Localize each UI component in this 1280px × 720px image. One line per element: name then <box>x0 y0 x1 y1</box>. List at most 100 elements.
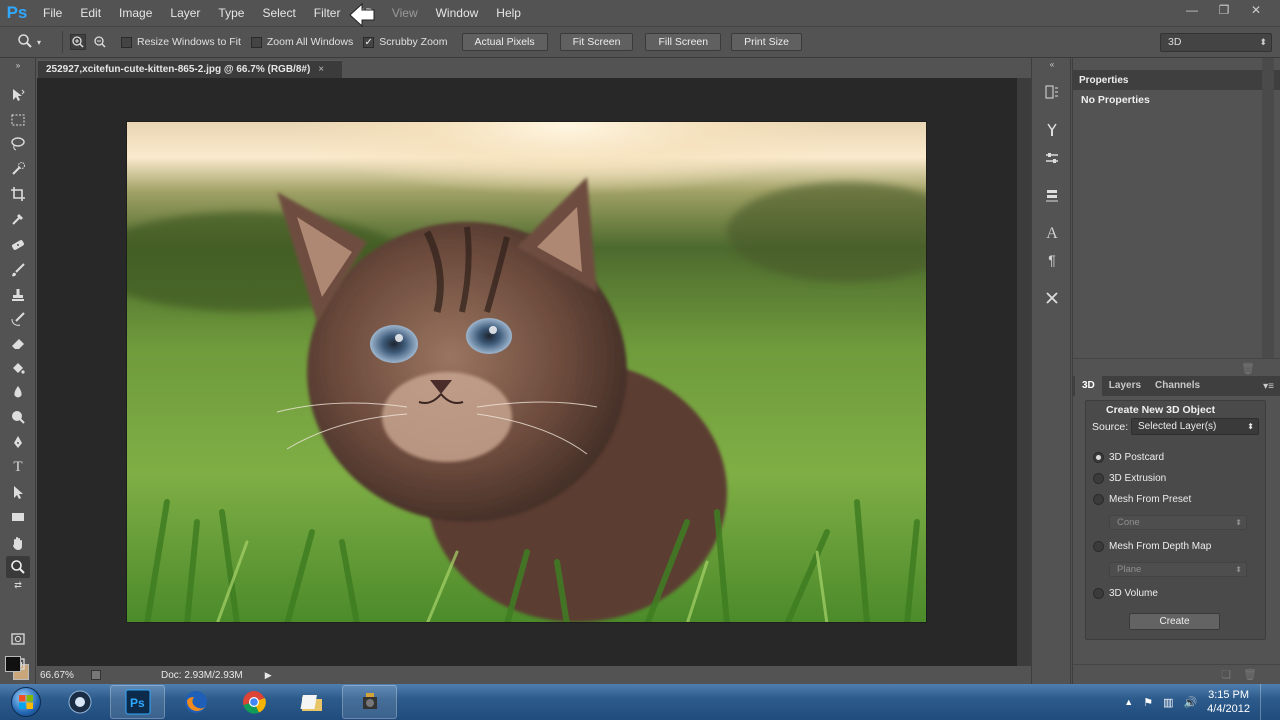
move-tool-icon[interactable] <box>6 84 30 106</box>
photoshop-logo: Ps <box>6 3 28 22</box>
menu-view[interactable]: View <box>383 0 427 26</box>
radio-mesh-from-preset[interactable]: Mesh From Preset <box>1093 494 1191 505</box>
document-tab[interactable]: 252927,xcitefun-cute-kitten-865-2.jpg @ … <box>38 60 342 78</box>
properties-scrollbar[interactable] <box>1262 58 1274 378</box>
fill-screen-button[interactable]: Fill Screen <box>645 33 722 51</box>
rectangle-tool-icon[interactable] <box>6 506 30 528</box>
show-hidden-icons[interactable]: ▲ <box>1124 697 1133 707</box>
status-icon[interactable] <box>91 670 101 680</box>
zoom-all-windows-checkbox[interactable]: Zoom All Windows <box>250 36 353 48</box>
tool-presets-icon[interactable] <box>1040 286 1064 310</box>
workspace-switcher[interactable]: 3D ⬍ <box>1160 33 1272 52</box>
menu-window[interactable]: Window <box>427 0 488 26</box>
action-center-flag-icon[interactable]: ⚑ <box>1143 696 1153 709</box>
preset-select[interactable]: Cone ⬍ <box>1109 515 1247 530</box>
system-clock[interactable]: 3:15 PM 4/4/2012 <box>1207 688 1250 716</box>
taskbar-app-firefox[interactable] <box>168 685 223 719</box>
panel-menu-icon[interactable]: ▾≡ <box>1263 381 1274 392</box>
history-panel-icon[interactable] <box>1040 80 1064 104</box>
radio-3d-extrusion[interactable]: 3D Extrusion <box>1093 473 1166 484</box>
collapse-arrows-icon[interactable]: » <box>6 60 30 70</box>
radio-3d-postcard[interactable]: 3D Postcard <box>1093 452 1164 463</box>
hand-tool-icon[interactable] <box>6 532 30 554</box>
restore-button[interactable]: ❐ <box>1208 0 1240 22</box>
close-button[interactable]: ✕ <box>1240 0 1272 22</box>
taskbar-app-media[interactable] <box>52 685 107 719</box>
pen-tool-icon[interactable] <box>6 431 30 453</box>
menu-file[interactable]: File <box>34 0 71 26</box>
volume-icon[interactable]: 🔊 <box>1183 696 1197 709</box>
new-item-icon[interactable]: ❏ <box>1221 668 1231 681</box>
taskbar-app-camera[interactable] <box>342 685 397 719</box>
foreground-color-swatch[interactable] <box>5 656 21 672</box>
status-menu-arrow-icon[interactable]: ▶ <box>265 670 272 681</box>
source-select[interactable]: Selected Layer(s) ⬍ <box>1131 418 1259 435</box>
document-title: 252927,xcitefun-cute-kitten-865-2.jpg @ … <box>46 64 311 75</box>
clone-stamp-tool-icon[interactable] <box>6 284 30 306</box>
chevron-down-icon: ▾ <box>36 37 41 47</box>
tab-layers[interactable]: Layers <box>1102 376 1148 396</box>
path-selection-tool-icon[interactable] <box>6 481 30 503</box>
print-size-button[interactable]: Print Size <box>731 33 803 51</box>
taskbar-app-chrome[interactable] <box>226 685 281 719</box>
eyedropper-tool-icon[interactable] <box>6 208 30 230</box>
start-button[interactable] <box>0 684 52 720</box>
taskbar-app-photoshop[interactable]: Ps <box>110 685 165 719</box>
scrubby-zoom-checkbox[interactable]: ✓ Scrubby Zoom <box>363 36 448 48</box>
healing-brush-tool-icon[interactable] <box>6 234 30 256</box>
marquee-tool-icon[interactable] <box>6 109 30 131</box>
adjustments-icon[interactable] <box>1040 146 1064 170</box>
layer-comps-icon[interactable] <box>1040 183 1064 207</box>
zoom-out-icon[interactable] <box>89 31 111 53</box>
fit-screen-button[interactable]: Fit Screen <box>559 33 634 51</box>
brush-tool-icon[interactable] <box>6 259 30 281</box>
menu-type[interactable]: Type <box>209 0 253 26</box>
taskbar-app-explorer[interactable] <box>284 685 339 719</box>
network-icon[interactable]: ▥ <box>1163 696 1173 709</box>
show-desktop-button[interactable] <box>1260 684 1270 720</box>
depth-map-select[interactable]: Plane ⬍ <box>1109 562 1247 577</box>
eraser-tool-icon[interactable] <box>6 332 30 354</box>
properties-header[interactable]: Properties ▾≡ <box>1073 70 1280 90</box>
menu-help[interactable]: Help <box>487 0 530 26</box>
character-panel-icon[interactable]: A <box>1040 222 1064 246</box>
create-button[interactable]: Create <box>1129 613 1220 630</box>
swap-colors-icon[interactable]: ⇄ <box>6 578 30 592</box>
vertical-scrollbar[interactable] <box>1017 78 1031 666</box>
type-tool-icon[interactable]: T <box>6 456 30 478</box>
menu-edit[interactable]: Edit <box>71 0 110 26</box>
menu-filter[interactable]: Filter <box>305 0 350 26</box>
menu-select[interactable]: Select <box>253 0 304 26</box>
zoom-tool-icon[interactable] <box>6 556 30 578</box>
menu-layer[interactable]: Layer <box>161 0 209 26</box>
brush-presets-icon[interactable] <box>1040 118 1064 142</box>
collapse-arrows-icon[interactable]: » <box>1073 58 1280 70</box>
collapse-panels-icon[interactable]: « <box>1040 58 1064 70</box>
trash-icon[interactable]: 🗑 <box>1243 668 1257 681</box>
history-brush-tool-icon[interactable] <box>6 308 30 330</box>
radio-3d-volume[interactable]: 3D Volume <box>1093 588 1158 599</box>
kitten-photo[interactable] <box>126 121 927 623</box>
paint-bucket-tool-icon[interactable] <box>6 357 30 379</box>
blur-tool-icon[interactable] <box>6 381 30 403</box>
resize-windows-checkbox[interactable]: Resize Windows to Fit <box>121 36 241 48</box>
tab-channels[interactable]: Channels <box>1148 376 1207 396</box>
tab-3d[interactable]: 3D <box>1075 376 1102 396</box>
quick-mask-icon[interactable] <box>6 628 30 650</box>
dodge-tool-icon[interactable] <box>6 406 30 428</box>
minimize-button[interactable]: — <box>1176 0 1208 22</box>
zoom-level[interactable]: 66.67% <box>37 670 85 681</box>
tool-preset-picker[interactable]: ▾ <box>0 33 58 52</box>
menu-image[interactable]: Image <box>110 0 161 26</box>
paragraph-panel-icon[interactable]: ¶ <box>1040 248 1064 272</box>
trash-icon[interactable]: 🗑 <box>1241 362 1255 375</box>
status-bar: 66.67% Doc: 2.93M/2.93M ▶ <box>37 666 1031 684</box>
close-document-icon[interactable]: × <box>318 64 324 75</box>
zoom-in-icon[interactable] <box>67 31 89 53</box>
radio-mesh-from-depth-map[interactable]: Mesh From Depth Map <box>1093 541 1211 552</box>
quick-selection-tool-icon[interactable] <box>6 158 30 180</box>
crop-tool-icon[interactable] <box>6 183 30 205</box>
camera-icon <box>362 693 377 709</box>
lasso-tool-icon[interactable] <box>6 133 30 155</box>
actual-pixels-button[interactable]: Actual Pixels <box>461 33 548 51</box>
